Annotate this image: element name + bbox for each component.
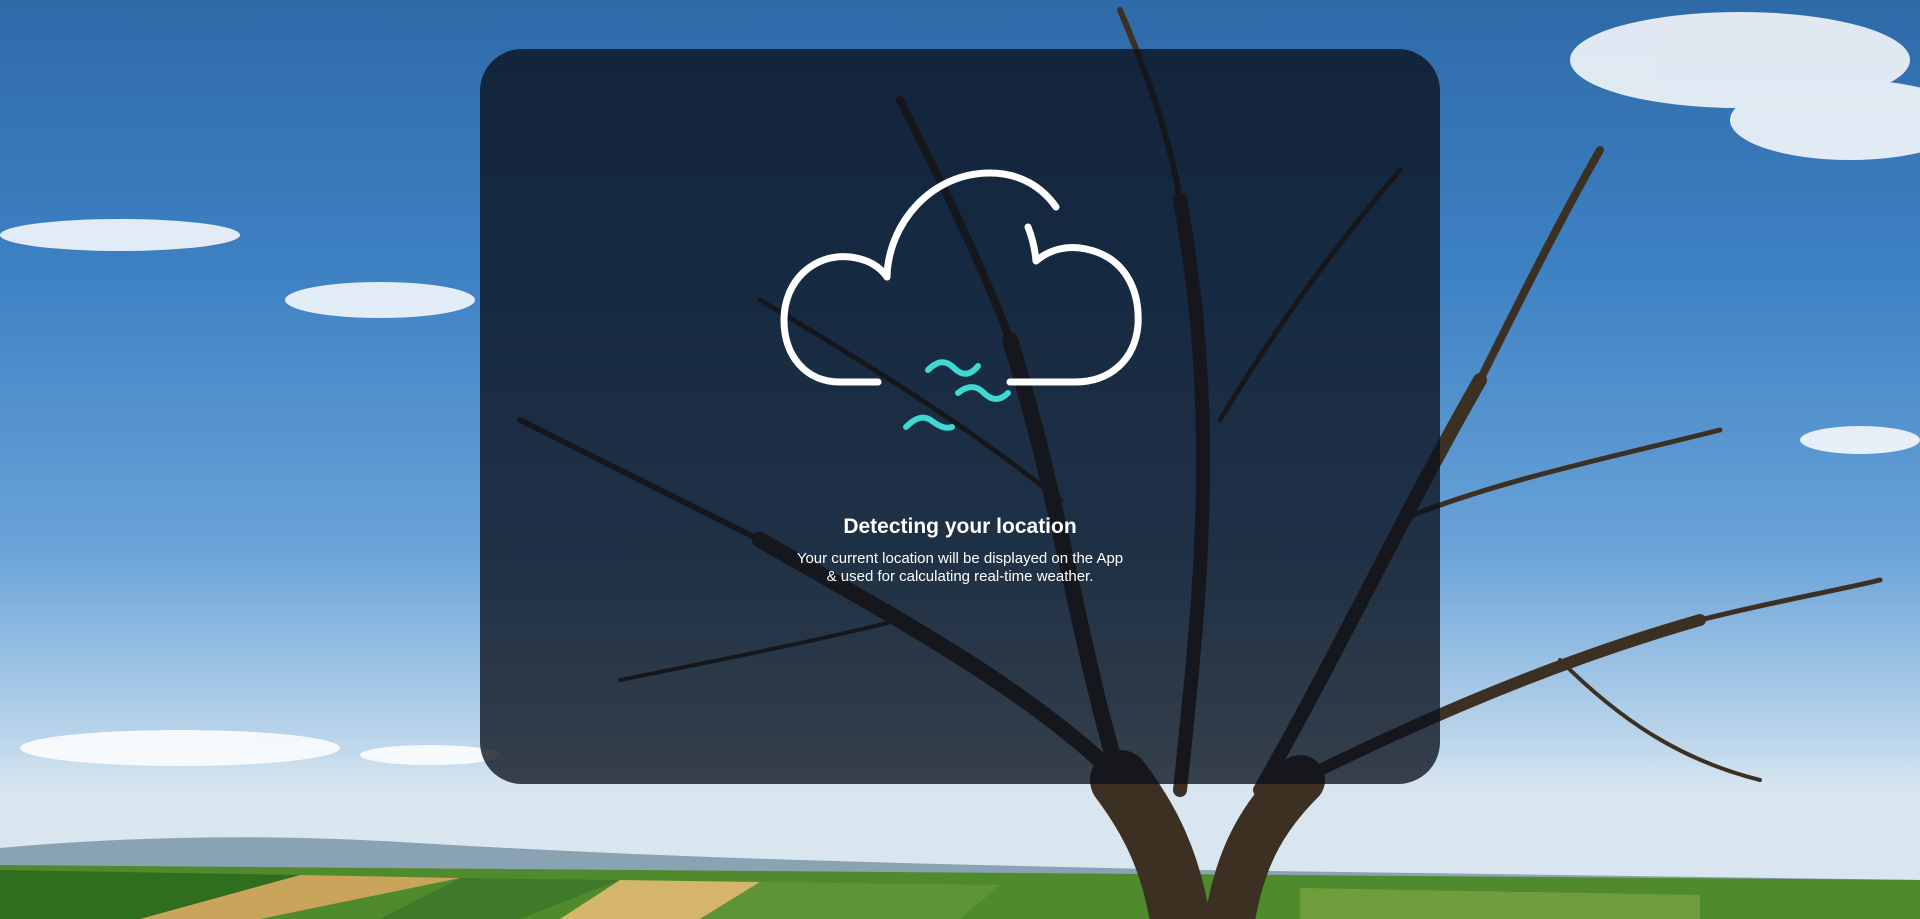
fields — [0, 865, 1920, 919]
loading-subtitle-line2: & used for calculating real-time weather… — [826, 568, 1094, 585]
wind-lines — [903, 359, 1011, 431]
loading-subtitle: Your current location will be displayed … — [480, 550, 1440, 586]
cloud-wind-icon — [780, 169, 1142, 431]
loading-title: Detecting your location — [843, 515, 1077, 538]
loading-subtitle-line1: Your current location will be displayed … — [796, 550, 1124, 567]
